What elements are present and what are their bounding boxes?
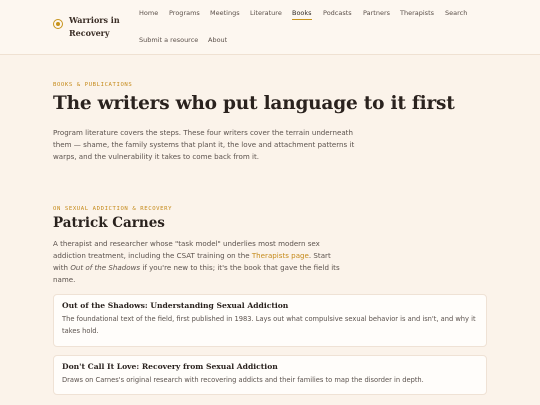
author-name: Patrick Carnes [53,215,165,231]
therapists-page-link[interactable]: Therapists page [252,251,309,260]
book-card[interactable]: Don't Call It Love: Recovery from Sexual… [53,355,487,395]
nav-about[interactable]: About [208,36,227,46]
nav-books[interactable]: Books [292,9,312,20]
site-logo[interactable]: Warriors in Recovery [53,14,124,40]
site-header: Warriors in Recovery Home Programs Meeti… [0,0,540,55]
sun-logo-icon [53,19,63,29]
book-card[interactable]: Out of the Shadows: Understanding Sexual… [53,294,487,347]
site-name: Warriors in Recovery [69,15,120,38]
nav-literature[interactable]: Literature [250,9,282,19]
page-intro: Program literature covers the steps. The… [53,128,355,161]
book-title: Don't Call It Love: Recovery from Sexual… [62,362,278,371]
author-eyebrow: ON SEXUAL ADDICTION & RECOVERY [53,206,173,212]
nav-programs[interactable]: Programs [169,9,200,19]
section-eyebrow: BOOKS & PUBLICATIONS [53,82,133,88]
nav-meetings[interactable]: Meetings [210,9,240,19]
book-description: The foundational text of the field, firs… [62,315,476,335]
nav-podcasts[interactable]: Podcasts [323,9,352,19]
nav-home[interactable]: Home [139,9,158,19]
nav-therapists[interactable]: Therapists [400,9,434,19]
author-bio: A therapist and researcher whose "task m… [53,238,343,286]
nav-search[interactable]: Search [445,9,467,19]
nav-partners[interactable]: Partners [363,9,390,19]
page-title: The writers who put language to it first [53,93,455,114]
book-title: Out of the Shadows: Understanding Sexual… [62,301,289,310]
nav-submit-resource[interactable]: Submit a resource [139,36,198,46]
author-bio-book: Out of the Shadows [70,263,141,272]
book-description: Draws on Carnes's original research with… [62,376,424,384]
